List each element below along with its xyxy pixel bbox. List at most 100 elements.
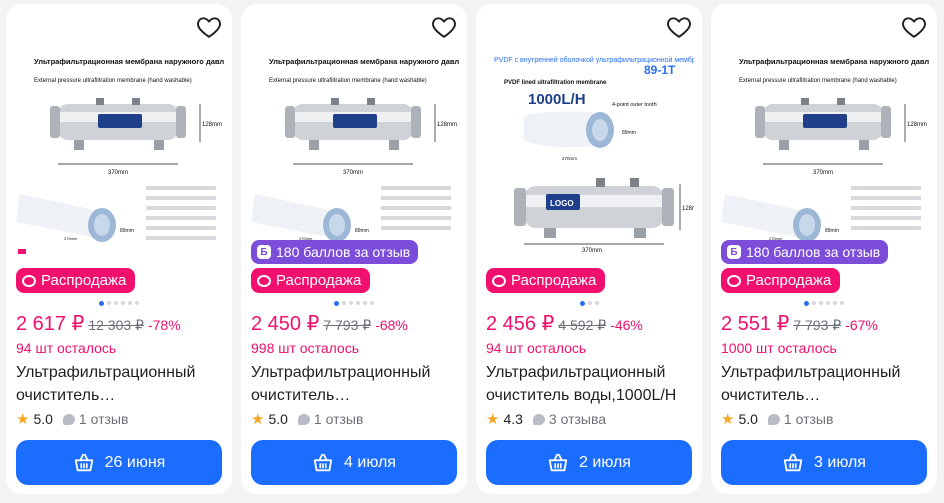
product-title[interactable]: Ультрафильтрационный очиститель воды,100… bbox=[486, 361, 694, 407]
carousel-dot[interactable] bbox=[121, 301, 125, 305]
delivery-date: 3 июля bbox=[814, 453, 866, 471]
product-image[interactable]: PVDF с внутренней оболочкой ультрафильтр… bbox=[476, 4, 702, 293]
dim-length: 370mm bbox=[813, 170, 833, 176]
product-card[interactable]: PVDF с внутренней оболочкой ультрафильтр… bbox=[476, 4, 702, 494]
stock-left: 94 шт осталось bbox=[16, 340, 117, 356]
rating-row[interactable]: ★ 5.0 1 отзыв bbox=[251, 410, 363, 428]
carousel-dot[interactable] bbox=[819, 301, 823, 305]
add-to-cart-button[interactable]: 26 июня bbox=[16, 440, 222, 485]
carousel-dot[interactable] bbox=[812, 301, 816, 305]
rating-value: 5.0 bbox=[268, 411, 288, 427]
star-icon: ★ bbox=[721, 411, 735, 428]
stock-left: 94 шт осталось bbox=[486, 340, 587, 356]
delivery-date: 4 июля bbox=[344, 453, 396, 471]
product-photo: Ультрафильтрационная мембрана наружного … bbox=[14, 54, 224, 254]
product-card[interactable]: Ультрафильтрационная мембрана наружного … bbox=[241, 4, 467, 494]
sale-ring-icon bbox=[22, 274, 36, 287]
carousel-dot[interactable] bbox=[135, 301, 139, 305]
review-points-badge: Б 180 баллов за отзыв bbox=[721, 240, 889, 264]
old-price: 7 793 ₽ bbox=[793, 317, 842, 333]
favorite-heart-icon[interactable] bbox=[431, 14, 457, 40]
image-logo: LOGO bbox=[550, 199, 574, 208]
image-carousel-dots[interactable] bbox=[6, 300, 232, 306]
basket-icon bbox=[73, 452, 95, 474]
image-title: Ультрафильтрационная мембрана наружного … bbox=[739, 57, 929, 66]
delivery-date: 2 июля bbox=[579, 453, 631, 471]
current-price: 2 450 ₽ bbox=[251, 313, 320, 335]
carousel-dot[interactable] bbox=[349, 301, 353, 305]
favorite-heart-icon[interactable] bbox=[666, 14, 692, 40]
carousel-dot[interactable] bbox=[804, 300, 809, 306]
image-carousel-dots[interactable] bbox=[241, 300, 467, 306]
star-icon: ★ bbox=[251, 411, 265, 428]
carousel-dot[interactable] bbox=[370, 301, 374, 305]
rating-value: 4.3 bbox=[503, 411, 523, 427]
carousel-dot[interactable] bbox=[363, 301, 367, 305]
sale-label: Распродажа bbox=[511, 272, 597, 289]
image-teeth: 4-point outer tooth bbox=[612, 102, 657, 108]
product-card[interactable]: Ультрафильтрационная мембрана наружного … bbox=[6, 4, 232, 494]
product-card[interactable]: Ультрафильтрационная мембрана наружного … bbox=[711, 4, 937, 494]
star-icon: ★ bbox=[16, 411, 30, 428]
image-flow: 1000L/H bbox=[528, 91, 586, 108]
discount-percent: -46% bbox=[610, 317, 643, 333]
carousel-dot[interactable] bbox=[334, 300, 339, 306]
product-image[interactable]: Ультрафильтрационная мембрана наружного … bbox=[241, 4, 467, 293]
dim-length: 370mm bbox=[582, 248, 602, 254]
image-title: Ультрафильтрационная мембрана наружного … bbox=[269, 57, 459, 66]
carousel-dot[interactable] bbox=[840, 301, 844, 305]
carousel-dot[interactable] bbox=[833, 301, 837, 305]
rating-row[interactable]: ★ 4.3 3 отзыва bbox=[486, 410, 606, 428]
carousel-dot[interactable] bbox=[587, 301, 592, 305]
carousel-dot[interactable] bbox=[99, 300, 104, 306]
reviews-count: 3 отзыва bbox=[548, 411, 607, 427]
basket-icon bbox=[312, 452, 334, 474]
reviews-count: 1 отзыв bbox=[313, 411, 364, 427]
price-row: 2 551 ₽ 7 793 ₽ -67% bbox=[721, 311, 878, 336]
sale-badge: Распродажа bbox=[16, 268, 136, 293]
carousel-dot[interactable] bbox=[128, 301, 132, 305]
image-title: Ультрафильтрационная мембрана наружного … bbox=[34, 57, 224, 66]
image-subtitle: PVDF lined ultrafiltration membrane bbox=[504, 80, 607, 86]
image-carousel-dots[interactable] bbox=[711, 300, 937, 306]
carousel-dot[interactable] bbox=[107, 301, 111, 305]
image-subtitle: External pressure ultrafiltration membra… bbox=[739, 78, 897, 84]
star-icon: ★ bbox=[486, 411, 500, 428]
points-label: 180 баллов за отзыв bbox=[746, 244, 881, 260]
sale-label: Распродажа bbox=[41, 272, 127, 289]
old-price: 12 303 ₽ bbox=[88, 317, 144, 333]
product-image[interactable]: Ультрафильтрационная мембрана наружного … bbox=[711, 4, 937, 293]
carousel-dot[interactable] bbox=[342, 301, 346, 305]
carousel-dot[interactable] bbox=[114, 301, 118, 305]
product-title[interactable]: Ультрафильтрационный очиститель… bbox=[251, 361, 459, 407]
dim-filter-len: 270mm bbox=[64, 236, 78, 241]
product-title[interactable]: Ультрафильтрационный очиститель… bbox=[721, 361, 929, 407]
favorite-heart-icon[interactable] bbox=[901, 14, 927, 40]
carousel-dot[interactable] bbox=[356, 301, 360, 305]
image-subtitle: External pressure ultrafiltration membra… bbox=[34, 78, 192, 84]
add-to-cart-button[interactable]: 2 июля bbox=[486, 440, 692, 485]
stock-left: 1000 шт осталось bbox=[721, 340, 837, 356]
carousel-dot[interactable] bbox=[594, 301, 599, 305]
carousel-dot[interactable] bbox=[826, 301, 830, 305]
review-points-badge: Б 180 баллов за отзыв bbox=[251, 240, 419, 264]
discount-percent: -68% bbox=[375, 317, 408, 333]
carousel-dot[interactable] bbox=[579, 300, 585, 306]
reviews-count: 1 отзыв bbox=[783, 411, 834, 427]
discount-percent: -78% bbox=[147, 317, 181, 333]
product-photo: Ультрафильтрационная мембрана наружного … bbox=[249, 54, 459, 254]
rating-value: 5.0 bbox=[738, 411, 758, 427]
dim-height: 128mm bbox=[202, 122, 222, 128]
product-image[interactable]: Ультрафильтрационная мембрана наружного … bbox=[6, 4, 232, 293]
favorite-heart-icon[interactable] bbox=[196, 14, 222, 40]
comment-icon bbox=[532, 413, 545, 425]
add-to-cart-button[interactable]: 3 июля bbox=[721, 440, 927, 485]
rating-row[interactable]: ★ 5.0 1 отзыв bbox=[721, 410, 833, 428]
current-price: 2 617 ₽ bbox=[16, 313, 85, 335]
add-to-cart-button[interactable]: 4 июля bbox=[251, 440, 457, 485]
current-price: 2 551 ₽ bbox=[721, 313, 790, 335]
dim-height: 128mm bbox=[682, 206, 694, 212]
rating-row[interactable]: ★ 5.0 1 отзыв bbox=[16, 410, 128, 428]
product-title[interactable]: Ультрафильтрационный очиститель… bbox=[16, 361, 224, 407]
image-carousel-dots[interactable] bbox=[476, 300, 702, 306]
